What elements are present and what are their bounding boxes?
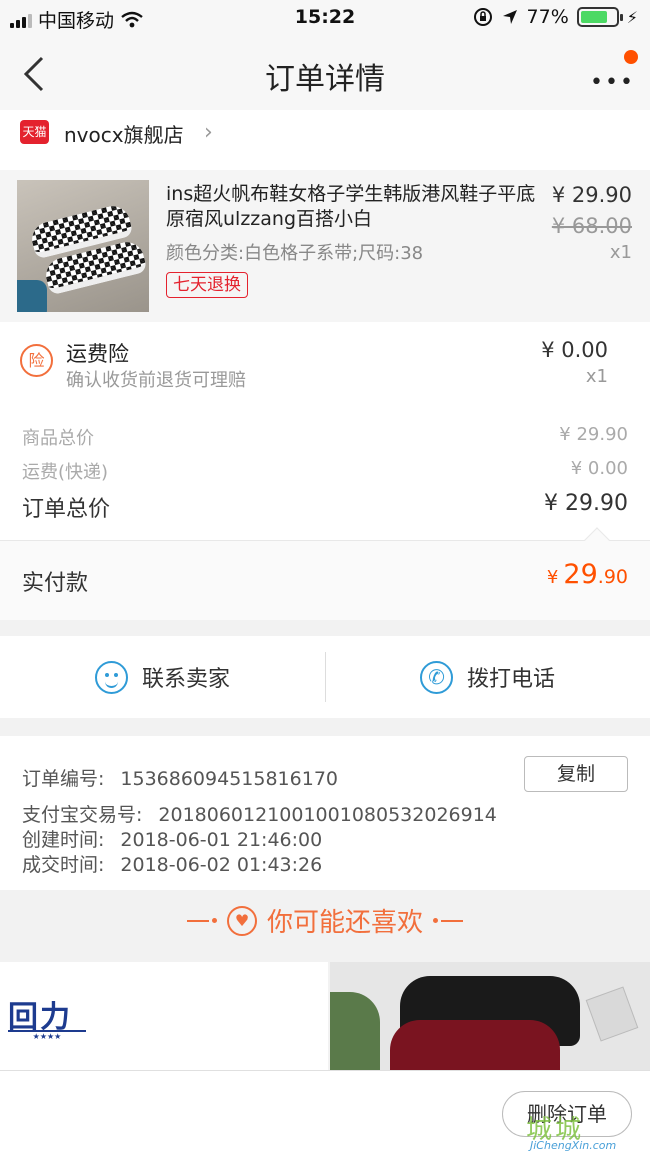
- order-info: 订单编号: 153686094515816170 复制 支付宝交易号: 201806…: [0, 736, 650, 890]
- return-policy-tag: 七天退换: [166, 272, 248, 298]
- call-phone-label: 拨打电话: [466, 667, 555, 692]
- location-icon: [502, 10, 517, 24]
- goods-total-row: 商品总价 ¥ 29.90: [22, 424, 628, 450]
- product-item[interactable]: ins超火帆布鞋女格子学生韩版港风鞋子平底原宿风ulzzang百搭小白 颜色分类…: [0, 170, 650, 322]
- insurance-amount: ¥ 0.00: [541, 338, 608, 362]
- tmall-badge: 天猫: [20, 120, 49, 144]
- goods-total-value: ¥ 29.90: [559, 424, 628, 445]
- shipping-value: ¥ 0.00: [570, 458, 628, 479]
- more-button[interactable]: •••: [590, 50, 638, 95]
- product-thumbnail[interactable]: [17, 180, 149, 312]
- order-number-value: 153686094515816170: [120, 768, 338, 790]
- payment-decimal: .90: [597, 566, 628, 588]
- more-dots-icon: •••: [590, 70, 635, 95]
- goods-total-label: 商品总价: [22, 428, 94, 449]
- deal-time-row: 成交时间: 2018-06-02 01:43:26: [22, 850, 322, 877]
- shipping-insurance-row: 险 运费险 确认收货前退货可理赔 ¥ 0.00 x1: [0, 322, 650, 402]
- order-total-label: 订单总价: [22, 497, 111, 522]
- heart-icon: ♥: [226, 905, 257, 936]
- product-price: ¥ 29.90: [551, 183, 632, 207]
- chevron-right-icon: ›: [204, 120, 213, 145]
- created-time-label: 创建时间:: [22, 829, 105, 851]
- product-original-price: ¥ 68.00: [551, 214, 632, 238]
- battery-icon: [576, 7, 623, 27]
- order-number-label: 订单编号:: [22, 768, 105, 790]
- alipay-label: 支付宝交易号:: [22, 804, 143, 826]
- insurance-quantity: x1: [585, 366, 608, 387]
- brand-stars: ★★★★: [8, 1030, 86, 1041]
- insurance-title: 运费险: [66, 342, 129, 366]
- copy-button[interactable]: 复制: [524, 756, 628, 792]
- decoration-right: [433, 918, 463, 923]
- order-number-row: 订单编号: 153686094515816170: [22, 764, 338, 791]
- watermark-url: JiChengXin.com: [530, 1139, 617, 1152]
- recommend-item-right[interactable]: [330, 962, 650, 1070]
- page-title: 订单详情: [265, 62, 385, 97]
- recommend-item-left[interactable]: 回力 ★★★★: [0, 962, 328, 1070]
- status-bar: 中国移动 15:22 77% ⚡: [0, 0, 650, 36]
- call-phone-button[interactable]: 拨打电话: [325, 636, 650, 718]
- orientation-lock-icon: [473, 8, 492, 26]
- insurance-icon: 险: [20, 344, 53, 377]
- payment-integer: 29: [563, 559, 598, 590]
- store-row[interactable]: 天猫 nvocx旗舰店 ›: [0, 110, 650, 170]
- notification-badge: [624, 50, 638, 64]
- currency-symbol: ¥: [546, 567, 559, 588]
- created-time-row: 创建时间: 2018-06-01 21:46:00: [22, 825, 322, 852]
- product-title[interactable]: ins超火帆布鞋女格子学生韩版港风鞋子平底原宿风ulzzang百搭小白: [166, 182, 538, 232]
- charging-icon: ⚡: [626, 7, 638, 27]
- shipping-row: 运费(快递) ¥ 0.00: [22, 458, 628, 484]
- actual-payment-value: ¥ 29.90: [547, 559, 628, 590]
- order-total-row: 订单总价 ¥ 29.90: [22, 491, 628, 523]
- decoration-left: [186, 918, 217, 923]
- deal-time-label: 成交时间:: [22, 854, 105, 876]
- recommend-title: 你可能还喜欢: [266, 908, 423, 938]
- actual-payment-label: 实付款: [22, 571, 89, 596]
- watermark: 城城 JiChengXin.com: [526, 1107, 644, 1155]
- recommend-header: ♥ 你可能还喜欢: [0, 890, 650, 962]
- contact-bar: 联系卖家 拨打电话: [0, 636, 650, 718]
- created-time-value: 2018-06-01 21:46:00: [120, 829, 323, 851]
- order-total-value: ¥ 29.90: [544, 491, 628, 516]
- shipping-label: 运费(快递): [22, 462, 109, 483]
- bottom-bar: 删除订单 城城 JiChengXin.com: [0, 1070, 650, 1156]
- contact-seller-button[interactable]: 联系卖家: [0, 636, 325, 718]
- nav-bar: 订单详情 •••: [0, 36, 650, 110]
- status-right: 77% ⚡: [473, 6, 638, 28]
- insurance-desc: 确认收货前退货可理赔: [66, 370, 246, 391]
- contact-seller-label: 联系卖家: [141, 667, 230, 692]
- battery-percent: 77%: [526, 6, 569, 28]
- phone-icon: [419, 660, 453, 694]
- alipay-row: 支付宝交易号: 2018060121001001080532026914: [22, 800, 497, 827]
- alipay-value: 2018060121001001080532026914: [158, 804, 497, 826]
- price-summary: 商品总价 ¥ 29.90 运费(快递) ¥ 0.00 订单总价 ¥ 29.90: [0, 402, 650, 540]
- product-attributes: 颜色分类:白色格子系带;尺码:38: [166, 243, 424, 264]
- chat-icon: [94, 660, 128, 694]
- actual-payment-row: 实付款 ¥ 29.90: [0, 527, 650, 620]
- deal-time-value: 2018-06-02 01:43:26: [120, 854, 323, 876]
- store-name[interactable]: nvocx旗舰店: [64, 119, 184, 148]
- product-quantity: x1: [609, 242, 632, 263]
